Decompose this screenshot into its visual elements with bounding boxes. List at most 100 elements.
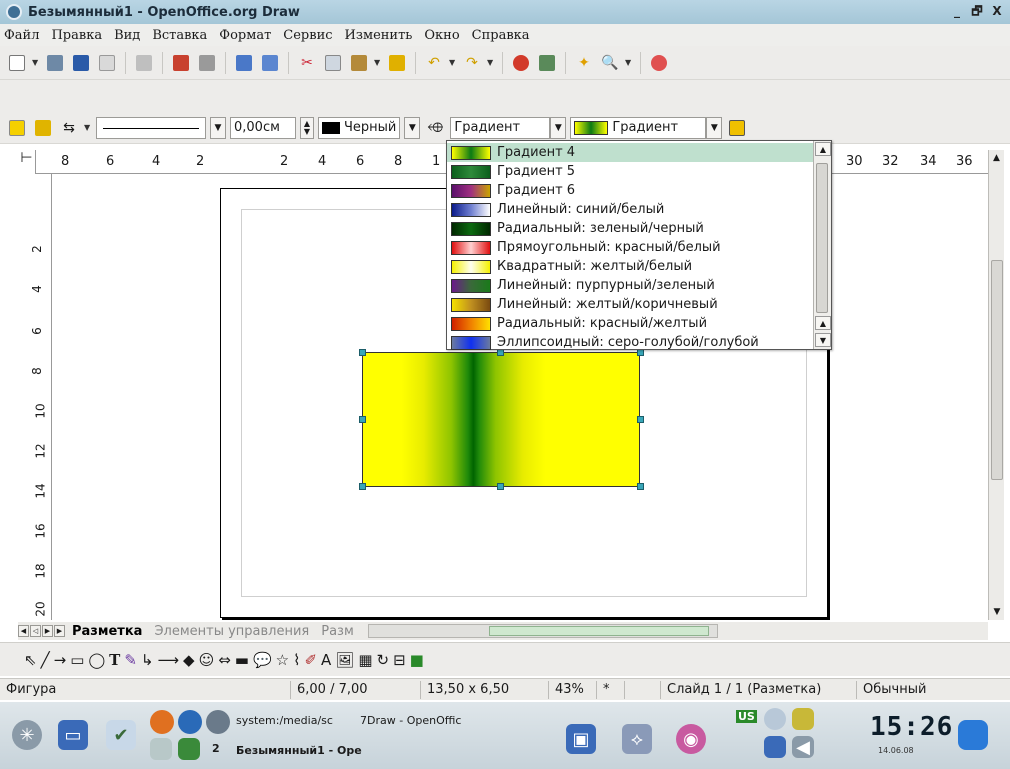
task-draw[interactable]: 7Draw - OpenOffic <box>360 714 461 727</box>
thunderbird-icon[interactable] <box>178 710 202 734</box>
menu-help[interactable]: Справка <box>472 28 530 43</box>
chevron-down-icon[interactable]: ▼ <box>449 58 457 67</box>
connector-icon[interactable]: ↳ <box>141 651 154 669</box>
gradient-list-item[interactable]: Линейный: желтый/коричневый <box>447 295 813 314</box>
gradient-list-item[interactable]: Градиент 4 <box>447 143 813 162</box>
desktop-icon[interactable]: ▭ <box>58 720 88 750</box>
resize-handle[interactable] <box>359 416 366 423</box>
chevron-down-icon[interactable]: ▼ <box>374 58 382 67</box>
resize-handle[interactable] <box>637 416 644 423</box>
gradient-list-item[interactable]: Линейный: пурпурный/зеленый <box>447 276 813 295</box>
gradient-list-item[interactable]: Эллипсоидный: серо-голубой/голубой <box>447 333 813 352</box>
gallery-icon[interactable]: ▦ <box>358 651 372 669</box>
redo-icon[interactable]: ↷ <box>461 52 483 74</box>
shadow-icon[interactable] <box>726 117 748 139</box>
autospellcheck-icon[interactable] <box>259 52 281 74</box>
cut-icon[interactable]: ✂ <box>296 52 318 74</box>
tab-dimensions[interactable]: Разм <box>315 624 360 639</box>
line-width-spinner[interactable]: ▲ ▼ <box>300 116 314 139</box>
resize-handle[interactable] <box>359 349 366 356</box>
network-status-icon[interactable] <box>764 736 786 758</box>
vertical-scrollbar[interactable]: ▲ ▼ <box>988 150 1004 620</box>
basic-shapes-icon[interactable]: ◆ <box>183 651 195 669</box>
rotate-icon[interactable]: ↻ <box>377 651 390 669</box>
scroll-thumb[interactable] <box>991 260 1003 480</box>
print-icon[interactable] <box>196 52 218 74</box>
network-icon[interactable]: ⟡ <box>622 724 652 754</box>
restore-button[interactable]: 🗗 <box>968 3 986 20</box>
clock[interactable]: 15:26 <box>870 712 953 742</box>
area-style-dropdown[interactable]: ▼ <box>550 116 567 139</box>
new-icon[interactable] <box>6 52 28 74</box>
menu-insert[interactable]: Вставка <box>152 28 207 43</box>
align-icon[interactable]: ⊟ <box>393 651 406 669</box>
next-tab-button[interactable]: ▶ <box>42 625 53 637</box>
gradient-list-item[interactable]: Радиальный: красный/желтый <box>447 314 813 333</box>
minimize-button[interactable]: _ <box>948 3 966 20</box>
gradient-list-item[interactable]: Прямоугольный: красный/белый <box>447 238 813 257</box>
ellipse-icon[interactable]: ◯ <box>88 651 105 669</box>
line-width-input[interactable]: 0,00см <box>230 116 296 139</box>
status-zoom[interactable]: 43% <box>548 680 596 699</box>
gradient-list-item[interactable]: Градиент 6 <box>447 181 813 200</box>
prev-tab-button[interactable]: ◁ <box>30 625 41 637</box>
terminal-icon[interactable] <box>178 738 200 760</box>
settings-icon[interactable]: ✔ <box>106 720 136 750</box>
edit-file-icon[interactable] <box>133 52 155 74</box>
app-icon[interactable] <box>6 4 22 20</box>
area-fill-select[interactable]: Градиент <box>570 116 707 139</box>
save-tray-icon[interactable]: ▣ <box>566 724 596 754</box>
menu-modify[interactable]: Изменить <box>345 28 413 43</box>
gradient-rectangle-shape[interactable] <box>362 352 640 487</box>
resize-handle[interactable] <box>359 483 366 490</box>
area-fill-dropdown[interactable]: ▼ <box>706 116 723 139</box>
area-icon[interactable]: ⬲ <box>424 117 446 139</box>
ruler-corner[interactable]: ⊢ <box>18 150 36 174</box>
pdf-export-icon[interactable] <box>170 52 192 74</box>
keyboard-layout-indicator[interactable]: US <box>736 710 757 723</box>
block-arrows-icon[interactable]: ⇔ <box>218 651 231 669</box>
dropdown-scrollbar[interactable]: ▲ ▲ ▼ <box>813 141 831 349</box>
scroll-thumb[interactable] <box>816 163 828 313</box>
gallery-icon[interactable] <box>536 52 558 74</box>
rectangle-icon[interactable]: ▭ <box>70 651 84 669</box>
gradient-list-item[interactable]: Линейный: синий/белый <box>447 200 813 219</box>
chevron-down-icon[interactable]: ▼ <box>84 123 92 132</box>
firefox-icon[interactable] <box>150 710 174 734</box>
menu-edit[interactable]: Правка <box>51 28 102 43</box>
resize-handle[interactable] <box>637 483 644 490</box>
gradient-list-item[interactable]: Градиент 5 <box>447 162 813 181</box>
gradient-list-item[interactable]: Радиальный: зеленый/черный <box>447 219 813 238</box>
cd-icon[interactable]: ◉ <box>676 724 706 754</box>
area-style-select[interactable]: Градиент <box>450 116 551 139</box>
menu-file[interactable]: Файл <box>4 28 39 43</box>
styles-icon[interactable] <box>6 117 28 139</box>
line-tool-icon[interactable]: ╱ <box>41 651 50 669</box>
scroll-up-arrow[interactable]: ▲ <box>815 316 831 330</box>
curve-icon[interactable]: ✎ <box>124 651 137 669</box>
tab-controls[interactable]: Элементы управления <box>148 624 315 639</box>
undo-icon[interactable]: ↶ <box>423 52 445 74</box>
from-file-icon[interactable]: 🖼 <box>335 651 354 669</box>
chevron-down-icon[interactable]: ▼ <box>625 58 633 67</box>
arrow-style-icon[interactable]: ⇆ <box>58 117 80 139</box>
symbol-shapes-icon[interactable]: ☺ <box>199 651 215 669</box>
paste-icon[interactable] <box>348 52 370 74</box>
horizontal-scrollbar[interactable] <box>367 624 718 638</box>
chevron-down-icon[interactable]: ▼ <box>32 58 40 67</box>
volume-icon[interactable]: ◀ <box>792 736 814 758</box>
tab-layout[interactable]: Разметка <box>66 624 148 639</box>
help-icon[interactable] <box>648 52 670 74</box>
close-button[interactable]: X <box>988 3 1006 20</box>
scroll-up-arrow[interactable]: ▲ <box>815 142 831 156</box>
scroll-thumb[interactable] <box>488 626 709 636</box>
status-signature[interactable] <box>624 680 660 699</box>
stars-icon[interactable]: ☆ <box>276 651 289 669</box>
line-style-dropdown[interactable]: ▼ <box>210 116 226 139</box>
line-color-dropdown[interactable]: ▼ <box>404 116 421 139</box>
trash-icon[interactable] <box>958 720 988 750</box>
scroll-down-arrow[interactable]: ▼ <box>989 604 1005 620</box>
menu-tools[interactable]: Сервис <box>283 28 332 43</box>
chart-icon[interactable] <box>510 52 532 74</box>
chat-icon[interactable] <box>764 708 786 730</box>
